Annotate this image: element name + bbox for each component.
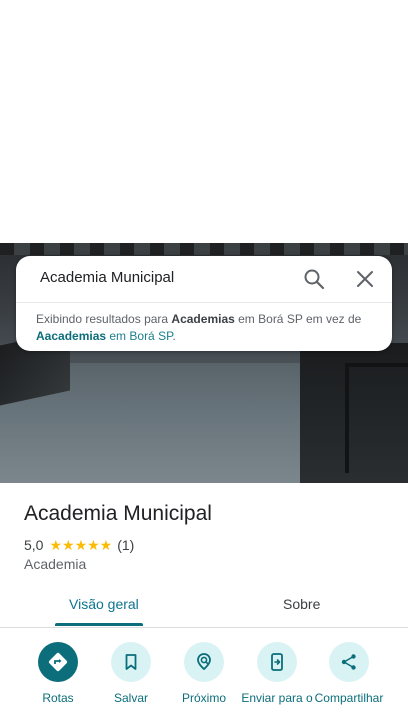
nearby-label: Próximo — [181, 691, 226, 705]
spelling-hint: Exibindo resultados para Academias em Bo… — [36, 311, 381, 345]
hint-prefix: Exibindo resultados para — [36, 312, 172, 326]
tab-bar: Visão geral Sobre — [0, 588, 408, 628]
rating-value: 5,0 — [24, 537, 44, 553]
alt-search-link[interactable]: Aacademias em Borá SP — [36, 329, 173, 343]
send-to-phone-icon — [257, 642, 297, 682]
search-bar[interactable]: Academia Municipal — [16, 256, 392, 302]
nearby-button[interactable]: Próximo — [164, 640, 244, 705]
photo-detail — [0, 243, 408, 255]
bookmark-icon — [111, 642, 151, 682]
hint-alt-suffix[interactable]: em Borá SP — [106, 329, 172, 343]
directions-button[interactable]: Rotas — [18, 640, 98, 705]
search-card: Academia Municipal Exibindo resultados p… — [16, 256, 392, 351]
directions-label: Rotas — [42, 691, 74, 705]
star-rating-icon: ★★★★★ — [49, 536, 113, 553]
share-icon — [329, 642, 369, 682]
save-button[interactable]: Salvar — [91, 640, 171, 705]
tab-overview[interactable]: Visão geral — [69, 596, 139, 612]
share-button[interactable]: Compartilhar — [309, 640, 389, 705]
search-icon[interactable] — [303, 268, 325, 290]
hint-middle: em Borá SP em vez de — [234, 312, 362, 326]
place-category[interactable]: Academia — [24, 556, 86, 572]
place-title: Academia Municipal — [24, 502, 212, 525]
divider — [16, 302, 392, 303]
hint-alt-term[interactable]: Aacademias — [36, 329, 106, 343]
share-label: Compartilhar — [314, 691, 384, 705]
review-count[interactable]: (1) — [117, 537, 134, 553]
tab-about[interactable]: Sobre — [283, 596, 320, 612]
hint-term: Academias — [171, 312, 235, 326]
nearby-icon — [184, 642, 224, 682]
blank-area — [0, 0, 408, 243]
send-to-phone-label: Enviar para o — [241, 691, 313, 705]
search-input[interactable]: Academia Municipal — [40, 269, 174, 286]
save-label: Salvar — [113, 691, 148, 705]
rating-row: 5,0 ★★★★★ (1) — [24, 536, 134, 554]
hint-end: . — [172, 329, 176, 343]
close-icon[interactable] — [354, 268, 376, 290]
action-bar: Rotas Salvar Próximo Enviar para o Compa… — [0, 640, 408, 726]
send-to-phone-button[interactable]: Enviar para o — [237, 640, 317, 705]
active-tab-indicator — [55, 623, 143, 626]
directions-icon — [38, 642, 78, 682]
photo-detail — [345, 363, 408, 473]
